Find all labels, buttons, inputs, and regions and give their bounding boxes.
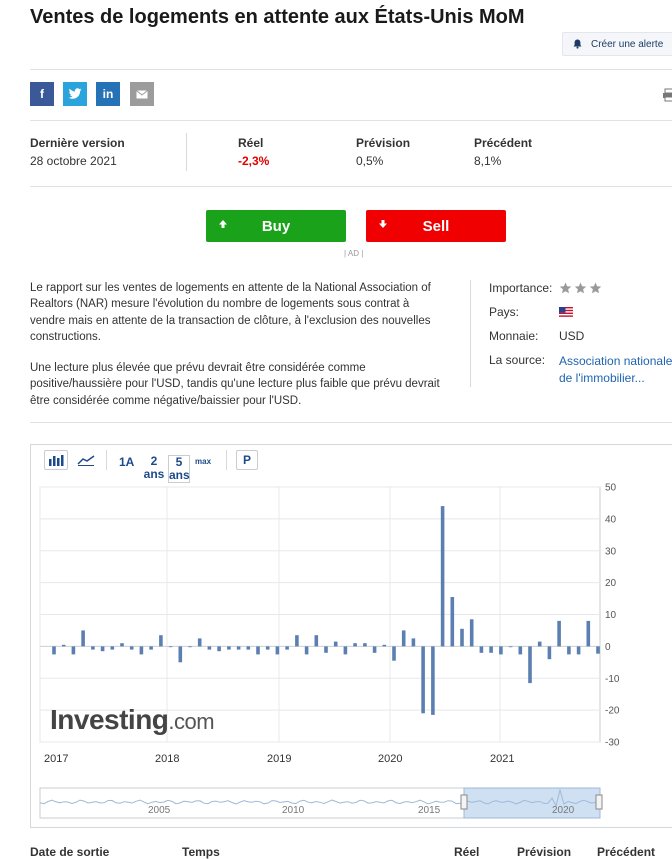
navigator-right-handle[interactable] — [595, 794, 603, 810]
col-release-date: Date de sortie — [30, 845, 110, 859]
col-previous: Précédent — [597, 845, 656, 859]
navigator-left-handle[interactable] — [460, 794, 468, 810]
col-forecast: Prévision — [517, 845, 572, 859]
navigator-year-label: 2020 — [552, 805, 575, 816]
col-time: Temps — [182, 845, 220, 859]
col-actual: Réel — [454, 845, 480, 859]
navigator-year-label: 2015 — [418, 805, 441, 816]
navigator-year-label: 2010 — [282, 805, 305, 816]
navigator-year-label: 2005 — [148, 805, 171, 816]
range-navigator[interactable]: 2005 2010 2015 2020 — [0, 0, 672, 858]
